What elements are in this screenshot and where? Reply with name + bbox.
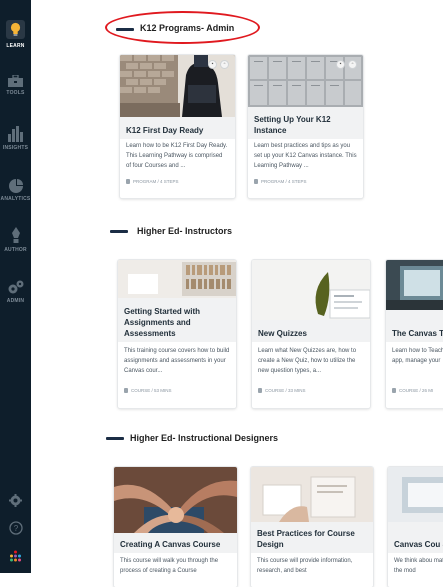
card-title: Getting Started with Assignments and Ass… <box>118 298 236 342</box>
card-thumbnail <box>114 467 237 533</box>
card-meta-text: COURSE / 26 MI <box>399 388 434 393</box>
bookmark-icon[interactable]: ▫ <box>220 60 229 69</box>
card-title: The Canvas T (Higher Ed A <box>386 310 443 342</box>
nav-author[interactable]: AUTHOR <box>0 227 31 253</box>
nav-admin-label: ADMIN <box>6 298 25 304</box>
settings-icon <box>9 494 22 507</box>
card-meta-text: PROGRAM / 4 STEPS <box>261 179 307 184</box>
card-thumbnail <box>251 467 373 522</box>
card-meta-text: COURSE / 33 MINS <box>265 388 306 393</box>
card-meta: PROGRAM / 4 STEPS <box>126 179 229 184</box>
card-description: This training course covers how to build… <box>124 348 230 374</box>
program-icon <box>254 179 258 184</box>
lightbulb-icon <box>10 22 21 36</box>
program-badge-icon: ▪ <box>336 60 345 69</box>
card-meta-text: PROGRAM / 4 STEPS <box>133 179 179 184</box>
course-card[interactable]: ▪ ▫ Setting Up Your K12 Instance Learn b… <box>248 55 363 198</box>
pen-icon <box>11 227 20 243</box>
bar-chart-icon <box>8 126 23 142</box>
course-card[interactable]: Getting Started with Assignments and Ass… <box>118 260 236 408</box>
card-description: Learn how to Teacher app, manage your <box>392 348 443 364</box>
section-title-higher-ed-designers: Higher Ed- Instructional Designers <box>130 433 279 443</box>
card-meta: COURSE / 53 MINS <box>124 388 230 393</box>
bookmark-icon[interactable]: ▫ <box>348 60 357 69</box>
card-thumbnail <box>120 55 235 117</box>
global-nav-sidebar: LEARN TOOLS INSIGHTS ANALYTICS AUTHOR AD… <box>0 0 31 573</box>
course-card[interactable]: Creating A Canvas Course This course wil… <box>114 467 237 587</box>
app-logo-icon <box>10 550 21 562</box>
program-badge-icon: ▪ <box>208 60 217 69</box>
card-meta-text: COURSE / 53 MINS <box>131 388 172 393</box>
card-title: Canvas Cou & Accessibil <box>388 522 443 553</box>
nav-settings[interactable] <box>0 494 31 507</box>
nav-insights-label: INSIGHTS <box>2 145 29 151</box>
card-description: Learn best practices and tips as you set… <box>254 143 357 169</box>
course-card[interactable]: The Canvas T (Higher Ed A Learn how to T… <box>386 260 443 408</box>
card-description: This course will walk you through the pr… <box>120 558 219 574</box>
section-marker-k12 <box>116 28 134 31</box>
nav-tools[interactable]: TOOLS <box>0 75 31 96</box>
course-card[interactable]: Best Practices for Course Design This co… <box>251 467 373 587</box>
card-thumbnail <box>118 260 236 298</box>
pie-chart-icon <box>8 179 23 193</box>
card-title: K12 First Day Ready <box>120 117 235 139</box>
card-title: Best Practices for Course Design <box>251 522 373 553</box>
course-icon <box>258 388 262 393</box>
nav-insights[interactable]: INSIGHTS <box>0 126 31 151</box>
nav-analytics-label: ANALYTICS <box>0 196 31 202</box>
section-title-k12: K12 Programs- Admin <box>140 23 235 33</box>
svg-text:?: ? <box>13 524 18 533</box>
card-meta: COURSE / 26 MI <box>392 388 443 393</box>
gears-icon <box>8 280 23 294</box>
section-title-higher-ed-instructors: Higher Ed- Instructors <box>137 226 233 236</box>
nav-learn[interactable]: LEARN <box>0 22 31 49</box>
nav-learn-label: LEARN <box>6 43 25 49</box>
course-card[interactable]: ▪ ▫ K12 First Day Ready Learn how to be … <box>120 55 235 198</box>
toolbox-icon <box>8 75 23 87</box>
course-card[interactable]: New Quizzes Learn what New Quizzes are, … <box>252 260 370 408</box>
card-meta: PROGRAM / 4 STEPS <box>254 179 357 184</box>
course-icon <box>124 388 128 393</box>
catalog-main <box>31 0 443 573</box>
course-icon <box>392 388 396 393</box>
course-card[interactable]: Canvas Cou & Accessibil We think abou ma… <box>388 467 443 587</box>
card-thumbnail <box>386 260 443 310</box>
nav-admin[interactable]: ADMIN <box>0 280 31 304</box>
nav-author-label: AUTHOR <box>4 247 27 253</box>
card-thumbnail <box>252 260 370 320</box>
card-meta: COURSE / 33 MINS <box>258 388 364 393</box>
card-title: Creating A Canvas Course <box>114 533 237 553</box>
card-description: We think abou matter the mod <box>394 558 443 574</box>
card-thumbnail <box>388 467 443 522</box>
card-description: Learn what New Quizzes are, how to creat… <box>258 348 357 374</box>
card-title: New Quizzes <box>252 320 370 342</box>
section-marker-higher-ed-instructors <box>110 230 128 233</box>
help-icon: ? <box>8 521 23 535</box>
card-thumbnail <box>248 55 363 107</box>
card-description: This course will provide information, re… <box>257 558 353 574</box>
nav-analytics[interactable]: ANALYTICS <box>0 179 31 202</box>
nav-help[interactable]: ? <box>0 521 31 535</box>
card-description: Learn how to be K12 First Day Ready. Thi… <box>126 143 228 169</box>
card-title: Setting Up Your K12 Instance <box>248 107 363 139</box>
program-icon <box>126 179 130 184</box>
section-marker-higher-ed-designers <box>106 437 124 440</box>
app-logo[interactable] <box>0 549 31 564</box>
nav-tools-label: TOOLS <box>6 90 25 96</box>
